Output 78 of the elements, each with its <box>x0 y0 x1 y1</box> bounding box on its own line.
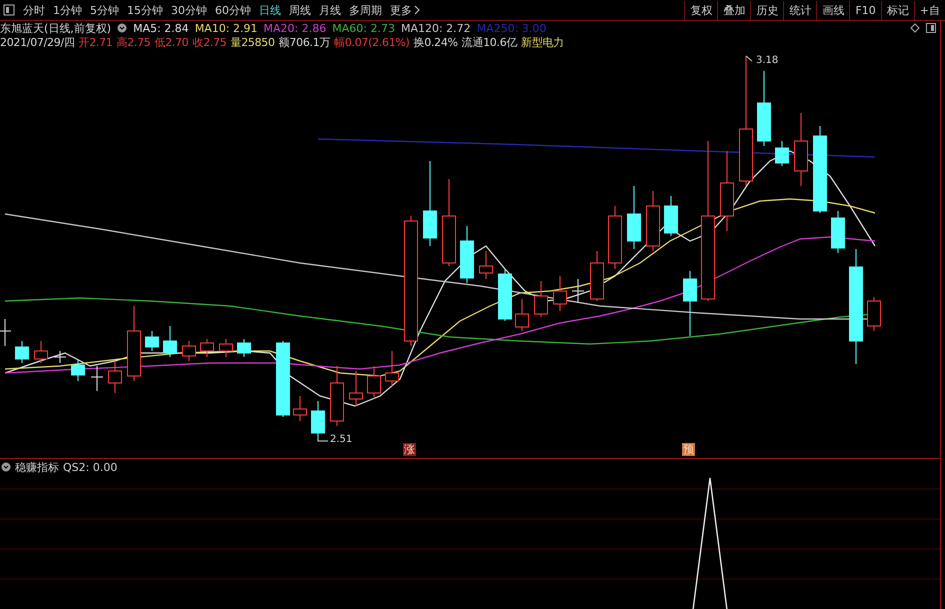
candlestick <box>0 318 12 346</box>
candlestick <box>293 396 307 422</box>
candlestick <box>627 186 641 250</box>
chevron-down-circle-icon[interactable] <box>117 23 128 33</box>
period-tab[interactable]: 日线 <box>255 1 285 19</box>
candlestick <box>775 140 789 166</box>
candlestick <box>311 400 325 438</box>
panel-toggle-icon[interactable] <box>926 23 936 33</box>
period-tab[interactable]: 月线 <box>315 1 345 19</box>
quote-text: 开2.71 <box>78 35 113 49</box>
candlestick <box>664 196 678 236</box>
quote-text: 幅0.07(2.61%) <box>334 35 410 49</box>
chevron-down-circle-icon[interactable] <box>1 462 11 472</box>
period-tab[interactable]: 30分钟 <box>167 1 211 19</box>
quote-text: 低2.70 <box>154 35 189 49</box>
period-tab[interactable]: 更多 <box>386 1 424 19</box>
candlestick <box>237 338 251 358</box>
candlestick <box>498 268 512 322</box>
quote-text: 2021/07/29/四 <box>0 35 75 49</box>
candlestick <box>163 326 177 358</box>
period-tab[interactable]: 5分钟 <box>86 1 123 19</box>
quote-text: 收2.75 <box>192 35 227 49</box>
panel-toggle-icon[interactable] <box>3 4 15 16</box>
candlestick <box>646 190 660 252</box>
ma-legend-label: MA250: 3.00 <box>476 22 546 34</box>
period-tab[interactable]: 1分钟 <box>49 1 86 19</box>
candlestick <box>34 340 48 364</box>
candlestick <box>572 278 584 304</box>
candlestick <box>831 210 845 254</box>
candlestick <box>867 296 881 332</box>
candlestick <box>108 360 122 394</box>
quote-text: 高2.75 <box>116 35 151 49</box>
candlestick <box>553 276 567 312</box>
stock-title: 东旭蓝天(日线,前复权) <box>0 20 112 36</box>
signal-marker: 预 <box>682 443 695 456</box>
period-tab[interactable]: 60分钟 <box>211 1 255 19</box>
period-tab[interactable]: 多周期 <box>345 1 386 19</box>
high-price-label: 3.18 <box>756 55 778 66</box>
candlestick <box>460 226 474 284</box>
ma-legend-label: MA60: 2.73 <box>332 22 395 34</box>
candlestick <box>71 358 85 382</box>
candlestick <box>683 270 697 336</box>
candlestick <box>90 366 104 392</box>
leader-line <box>318 436 328 442</box>
period-tab[interactable]: 分时 <box>19 1 49 19</box>
ma-legend-label: MA20: 2.86 <box>264 22 326 34</box>
low-price-label: 2.51 <box>330 434 352 445</box>
candlestick <box>608 206 622 270</box>
candlestick <box>54 350 66 364</box>
signal-marker: 涨 <box>403 443 416 456</box>
leader-line <box>746 56 752 62</box>
quote-text: 流通10.6亿 <box>462 35 518 49</box>
diamond-icon[interactable] <box>910 23 920 33</box>
candlestick <box>590 250 604 302</box>
indicator-title: 稳赚指标 <box>15 460 59 474</box>
candlestick <box>479 250 493 280</box>
quote-text: 额706.1万 <box>278 35 330 49</box>
quote-text: 换0.24% <box>414 35 458 49</box>
period-tab[interactable]: 15分钟 <box>123 1 167 19</box>
candlestick <box>515 298 529 332</box>
quote-text: 量25850 <box>230 35 275 49</box>
candlestick <box>145 330 159 352</box>
candlestick <box>534 280 548 318</box>
period-tab[interactable]: 周线 <box>285 1 315 19</box>
indicator-reading: QS2: 0.00 <box>63 460 118 474</box>
ma-legend-label: MA5: 2.84 <box>133 22 189 34</box>
quote-text: 新型电力 <box>521 35 564 49</box>
candlestick <box>182 340 196 362</box>
ma-legend-label: MA120: 2.72 <box>400 22 471 34</box>
chevron-right-icon <box>414 5 420 15</box>
candlestick <box>367 366 381 398</box>
candlestick <box>385 350 399 386</box>
candlestick <box>219 338 233 358</box>
candlestick <box>349 370 363 406</box>
candlestick <box>15 340 29 364</box>
ma-legend-label: MA10: 2.91 <box>194 22 258 34</box>
candlestick <box>200 338 214 358</box>
candlestick <box>330 366 344 426</box>
